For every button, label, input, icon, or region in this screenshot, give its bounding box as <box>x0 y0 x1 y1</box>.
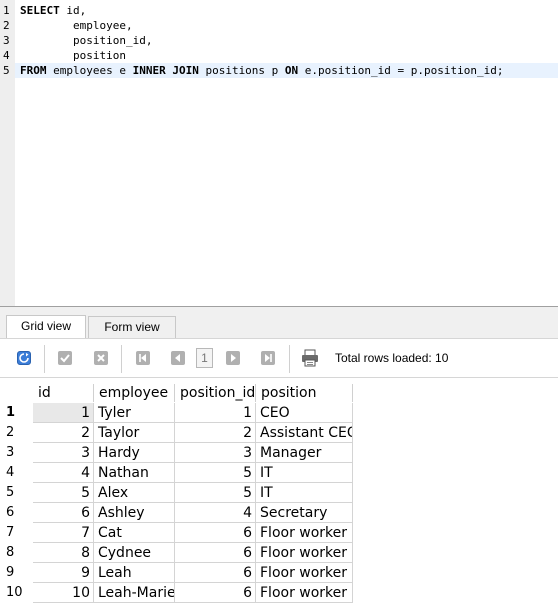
cell-id[interactable]: 7 <box>33 523 94 543</box>
code-line[interactable]: 3 position_id, <box>0 33 558 48</box>
sql-text: position <box>20 49 126 62</box>
cell-employee[interactable]: Alex <box>94 483 175 503</box>
cell-employee[interactable]: Hardy <box>94 443 175 463</box>
cell-position[interactable]: CEO <box>256 403 353 423</box>
cell-employee[interactable]: Taylor <box>94 423 175 443</box>
cell-position-id[interactable]: 3 <box>175 443 256 463</box>
row-number[interactable]: 9 <box>0 563 33 583</box>
cell-employee[interactable]: Cydnee <box>94 543 175 563</box>
cell-id[interactable]: 3 <box>33 443 94 463</box>
row-number[interactable]: 4 <box>0 463 33 483</box>
cell-position[interactable]: Assistant CEO <box>256 423 353 443</box>
row-number[interactable]: 10 <box>0 583 33 603</box>
code-line[interactable]: 5 FROM employees e INNER JOIN positions p… <box>0 63 558 78</box>
rollback-x-icon[interactable] <box>94 351 108 365</box>
sql-text: position_id, <box>20 34 153 47</box>
tab-grid-view[interactable]: Grid view <box>6 315 86 339</box>
row-number[interactable]: 1 <box>0 403 33 423</box>
line-number: 2 <box>0 18 15 33</box>
cell-id[interactable]: 2 <box>33 423 94 443</box>
column-header-position[interactable]: position <box>256 384 353 402</box>
row-number[interactable]: 7 <box>0 523 33 543</box>
view-tabs: Grid view Form view <box>0 307 558 339</box>
cell-position-id[interactable]: 6 <box>175 543 256 563</box>
code-text: SELECT id, <box>20 3 86 18</box>
previous-page-icon[interactable] <box>171 351 185 365</box>
cell-position-id[interactable]: 1 <box>175 403 256 423</box>
refresh-icon[interactable] <box>17 351 31 365</box>
code-line[interactable]: 4 position <box>0 48 558 63</box>
cell-id[interactable]: 10 <box>33 583 94 603</box>
cell-id[interactable]: 9 <box>33 563 94 583</box>
column-header-position-id[interactable]: position_id <box>175 384 256 402</box>
cell-id[interactable]: 4 <box>33 463 94 483</box>
cell-employee[interactable]: Tyler <box>94 403 175 423</box>
code-line[interactable]: 1 SELECT id, <box>0 3 558 18</box>
cell-id[interactable]: 5 <box>33 483 94 503</box>
cell-position-id[interactable]: 5 <box>175 463 256 483</box>
cell-employee[interactable]: Leah-Marie <box>94 583 175 603</box>
row-number[interactable]: 2 <box>0 423 33 443</box>
cell-id[interactable]: 1 <box>33 403 94 423</box>
cell-id[interactable]: 8 <box>33 543 94 563</box>
row-number[interactable]: 5 <box>0 483 33 503</box>
cell-employee[interactable]: Nathan <box>94 463 175 483</box>
sql-text: e.position_id = p.position_id; <box>298 64 504 77</box>
commit-check-icon[interactable] <box>58 351 72 365</box>
tab-form-view[interactable]: Form view <box>88 316 176 338</box>
cell-position-id[interactable]: 6 <box>175 583 256 603</box>
row-number[interactable]: 6 <box>0 503 33 523</box>
cell-position[interactable]: IT <box>256 463 353 483</box>
first-page-icon[interactable] <box>136 351 150 365</box>
cell-position[interactable]: Floor worker <box>256 583 353 603</box>
cell-position-id[interactable]: 6 <box>175 563 256 583</box>
results-toolbar: 1 Total rows loaded: 10 <box>0 338 558 378</box>
code-text: position_id, <box>20 33 152 48</box>
last-page-icon[interactable] <box>261 351 275 365</box>
cell-employee[interactable]: Cat <box>94 523 175 543</box>
line-number: 1 <box>0 3 15 18</box>
column-header-employee[interactable]: employee <box>94 384 175 402</box>
cell-employee[interactable]: Ashley <box>94 503 175 523</box>
cell-position[interactable]: Secretary <box>256 503 353 523</box>
next-page-icon[interactable] <box>226 351 240 365</box>
row-number[interactable]: 8 <box>0 543 33 563</box>
code-text: position <box>20 48 126 63</box>
cell-position-id[interactable]: 5 <box>175 483 256 503</box>
line-number: 3 <box>0 33 15 48</box>
printer-icon[interactable] <box>301 349 319 367</box>
sql-keyword: ON <box>284 64 299 77</box>
cell-position[interactable]: Floor worker <box>256 523 353 543</box>
sql-text: employees e <box>46 64 133 77</box>
code-line[interactable]: 2 employee, <box>0 18 558 33</box>
total-rows-loaded: Total rows loaded: 10 <box>335 351 449 365</box>
cell-employee[interactable]: Leah <box>94 563 175 583</box>
cell-position[interactable]: Floor worker <box>256 563 353 583</box>
cell-position[interactable]: Floor worker <box>256 543 353 563</box>
sql-text: positions p <box>198 64 285 77</box>
results-grid[interactable]: id employee position_id position 1 1 Tyler… <box>0 378 558 615</box>
cell-position[interactable]: Manager <box>256 443 353 463</box>
sql-keyword: INNER JOIN <box>132 64 199 77</box>
code-text: FROM employees e INNER JOIN positions p … <box>20 63 503 78</box>
line-number: 5 <box>0 63 15 78</box>
line-number: 4 <box>0 48 15 63</box>
page-number-field[interactable]: 1 <box>196 348 213 368</box>
sql-editor[interactable]: 1 SELECT id, 2 employee, 3 position_id, 4 po… <box>0 0 558 306</box>
cell-id[interactable]: 6 <box>33 503 94 523</box>
row-number[interactable]: 3 <box>0 443 33 463</box>
code-text: employee, <box>20 18 133 33</box>
sql-text: employee, <box>20 19 133 32</box>
column-header-id[interactable]: id <box>33 384 94 402</box>
cell-position[interactable]: IT <box>256 483 353 503</box>
cell-position-id[interactable]: 2 <box>175 423 256 443</box>
cell-position-id[interactable]: 6 <box>175 523 256 543</box>
cell-position-id[interactable]: 4 <box>175 503 256 523</box>
sql-keyword: SELECT <box>20 4 60 17</box>
sql-keyword: FROM <box>20 64 47 77</box>
sql-text: id, <box>59 4 87 17</box>
